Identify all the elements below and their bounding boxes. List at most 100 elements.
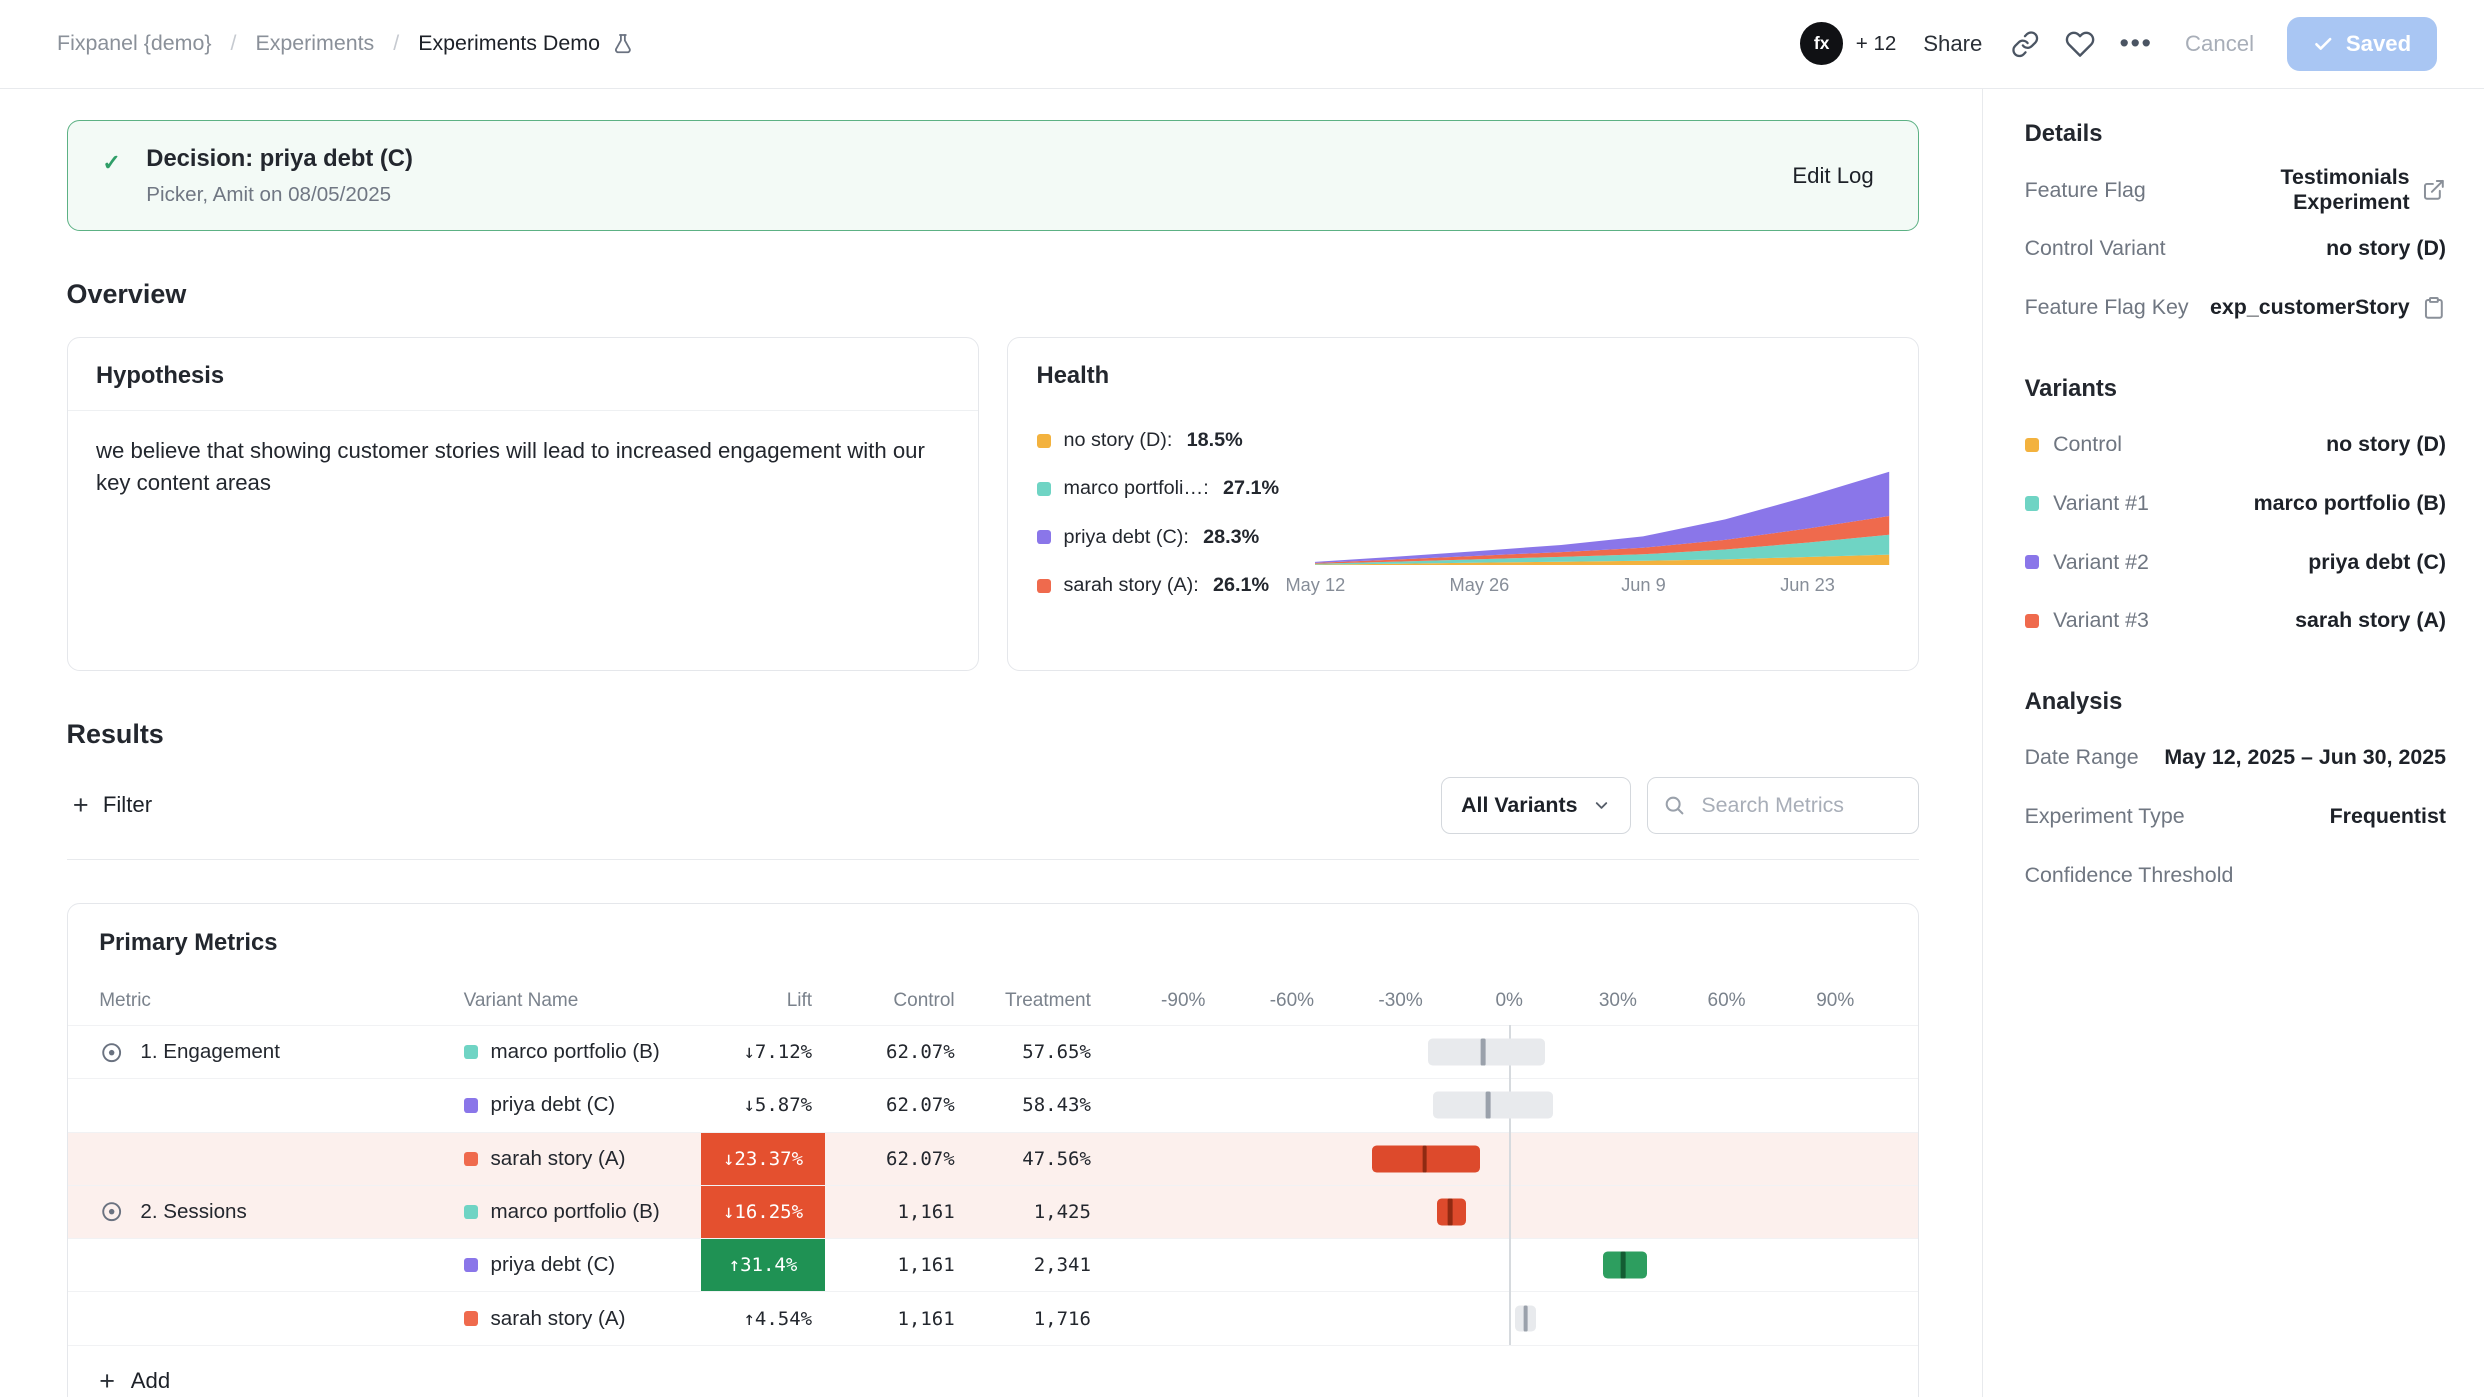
metric-name: 1. Engagement xyxy=(140,1040,280,1064)
breadcrumb-item-workspace[interactable]: Fixpanel {demo} xyxy=(57,31,211,56)
health-x-axis: May 12May 26Jun 9Jun 23 xyxy=(1315,575,1889,600)
legend-swatch xyxy=(1037,530,1051,544)
variant-dot xyxy=(2025,438,2039,452)
favorite-button[interactable] xyxy=(2065,28,2097,60)
health-chart: May 12May 26Jun 9Jun 23 xyxy=(1315,413,1889,622)
treatment-value: 1,716 xyxy=(955,1292,1091,1344)
legend-label: priya debt (C): xyxy=(1063,526,1188,549)
treatment-value: 47.56% xyxy=(955,1133,1091,1185)
lift-value: ↑31.4% xyxy=(701,1239,825,1291)
page: Fixpanel {demo} / Experiments / Experime… xyxy=(0,0,2484,1397)
table-row: sarah story (A) ↑4.54% 1,161 1,716 xyxy=(68,1291,1919,1344)
column-header-variant: Variant Name xyxy=(464,990,702,1012)
plus-icon: + xyxy=(99,1368,115,1395)
metrics-axis: -90%-60%-30%0%30%60%90% xyxy=(1129,978,1890,1026)
breadcrumb-item-experiments[interactable]: Experiments xyxy=(255,31,374,56)
breadcrumb: Fixpanel {demo} / Experiments / Experime… xyxy=(57,31,635,56)
variant-row: Variant #3 sarah story (A) xyxy=(2025,591,2446,650)
copy-link-button[interactable] xyxy=(2009,28,2041,60)
saved-button[interactable]: Saved xyxy=(2287,17,2436,72)
feature-flag-row: Feature Flag Testimonials Experiment xyxy=(2025,161,2446,220)
feature-flag-key: exp_customerStory xyxy=(2210,295,2410,320)
column-header-control: Control xyxy=(825,990,955,1012)
add-metric-button[interactable]: + Add xyxy=(68,1345,1919,1398)
variant-dot xyxy=(464,1045,478,1059)
control-variant-value: no story (D) xyxy=(2326,236,2446,261)
target-icon xyxy=(99,1199,124,1224)
sidebar-variants-list: Control no story (D) Variant #1 marco po… xyxy=(2025,416,2446,650)
filter-button[interactable]: + Filter xyxy=(67,782,159,828)
more-options-button[interactable]: ••• xyxy=(2120,28,2152,60)
page-title: Experiments Demo xyxy=(418,31,600,56)
cancel-button[interactable]: Cancel xyxy=(2176,21,2264,66)
variant-label: Variant #1 xyxy=(2053,491,2149,516)
all-variants-dropdown[interactable]: All Variants xyxy=(1441,777,1631,834)
lift-value: ↑4.54% xyxy=(701,1292,825,1344)
legend-value: 18.5% xyxy=(1187,429,1243,452)
target-icon xyxy=(99,1040,124,1065)
axis-tick-label: -90% xyxy=(1161,990,1205,1012)
variant-value: no story (D) xyxy=(2326,432,2446,457)
breadcrumb-separator: / xyxy=(393,31,399,56)
ci-median-tick xyxy=(1481,1039,1486,1066)
axis-tick-label: 60% xyxy=(1708,990,1746,1012)
variant-label: Variant #3 xyxy=(2053,608,2149,633)
ellipsis-icon: ••• xyxy=(2119,28,2152,59)
avatar[interactable]: fx xyxy=(1800,22,1843,65)
table-row: 2. Sessions marco portfolio (B) ↓16.25% … xyxy=(68,1185,1919,1238)
feature-flag-key-value: exp_customerStory xyxy=(2210,295,2446,320)
plus-icon: + xyxy=(73,792,89,819)
table-row: sarah story (A) ↓23.37% 62.07% 47.56% xyxy=(68,1132,1919,1185)
ci-bar xyxy=(1433,1092,1553,1119)
lift-value: ↓7.12% xyxy=(701,1026,825,1078)
confidence-threshold-row: Confidence Threshold xyxy=(2025,846,2446,905)
share-button[interactable]: Share xyxy=(1920,25,1985,64)
ci-bar xyxy=(1428,1039,1546,1066)
legend-swatch xyxy=(1037,434,1051,448)
variants-title: Variants xyxy=(2025,375,2446,403)
control-variant-label: Control Variant xyxy=(2025,236,2166,261)
top-bar: Fixpanel {demo} / Experiments / Experime… xyxy=(0,0,2484,89)
metrics-search xyxy=(1647,777,1919,834)
variant-row: Control no story (D) xyxy=(2025,416,2446,475)
confidence-interval-cell xyxy=(1129,1239,1890,1291)
confidence-interval-cell xyxy=(1129,1292,1890,1344)
column-header-treatment: Treatment xyxy=(955,990,1091,1012)
edit-log-button[interactable]: Edit Log xyxy=(1783,161,1883,190)
column-header-lift: Lift xyxy=(701,990,825,1012)
variant-dot xyxy=(464,1152,478,1166)
legend-value: 26.1% xyxy=(1213,574,1269,597)
decision-banner: ✓ Decision: priya debt (C) Picker, Amit … xyxy=(67,120,1920,231)
metrics-table-header: Metric Variant Name Lift Control Treatme… xyxy=(68,978,1919,1026)
feature-flag-value[interactable]: Testimonials Experiment xyxy=(2162,165,2446,215)
variant-value: marco portfolio (B) xyxy=(2254,491,2446,516)
search-input[interactable] xyxy=(1698,791,1902,819)
add-label: Add xyxy=(131,1368,170,1394)
variant-value: priya debt (C) xyxy=(2308,550,2446,575)
copy-icon[interactable] xyxy=(2422,296,2446,320)
breadcrumb-item-current[interactable]: Experiments Demo xyxy=(418,31,635,56)
decision-title: Decision: priya debt (C) xyxy=(146,145,413,173)
treatment-value: 57.65% xyxy=(955,1026,1091,1078)
control-variant-row: Control Variant no story (D) xyxy=(2025,220,2446,279)
results-controls: + Filter All Variants xyxy=(67,777,1920,834)
legend-label: sarah story (A): xyxy=(1063,574,1198,597)
confidence-interval-cell xyxy=(1129,1079,1890,1131)
lift-value: ↓5.87% xyxy=(701,1079,825,1131)
saved-label: Saved xyxy=(2346,31,2411,57)
variant-name: marco portfolio (B) xyxy=(491,1040,660,1064)
x-axis-label: May 12 xyxy=(1286,575,1346,596)
feature-flag-name: Testimonials Experiment xyxy=(2162,165,2410,215)
table-row: priya debt (C) ↓5.87% 62.07% 58.43% xyxy=(68,1078,1919,1131)
x-axis-label: Jun 9 xyxy=(1621,575,1666,596)
analysis-section: Analysis Date Range May 12, 2025 – Jun 3… xyxy=(2025,688,2446,905)
main-content: ✓ Decision: priya debt (C) Picker, Amit … xyxy=(0,89,1983,1398)
top-bar-actions: fx + 12 Share ••• Cancel Saved xyxy=(1800,17,2436,72)
variant-dot xyxy=(2025,614,2039,628)
experiment-type-value: Frequentist xyxy=(2330,804,2446,829)
variant-dot xyxy=(2025,496,2039,510)
legend-swatch xyxy=(1037,482,1051,496)
results-heading: Results xyxy=(67,719,1920,750)
collaborator-count[interactable]: + 12 xyxy=(1856,32,1897,56)
external-link-icon[interactable] xyxy=(2422,178,2446,202)
